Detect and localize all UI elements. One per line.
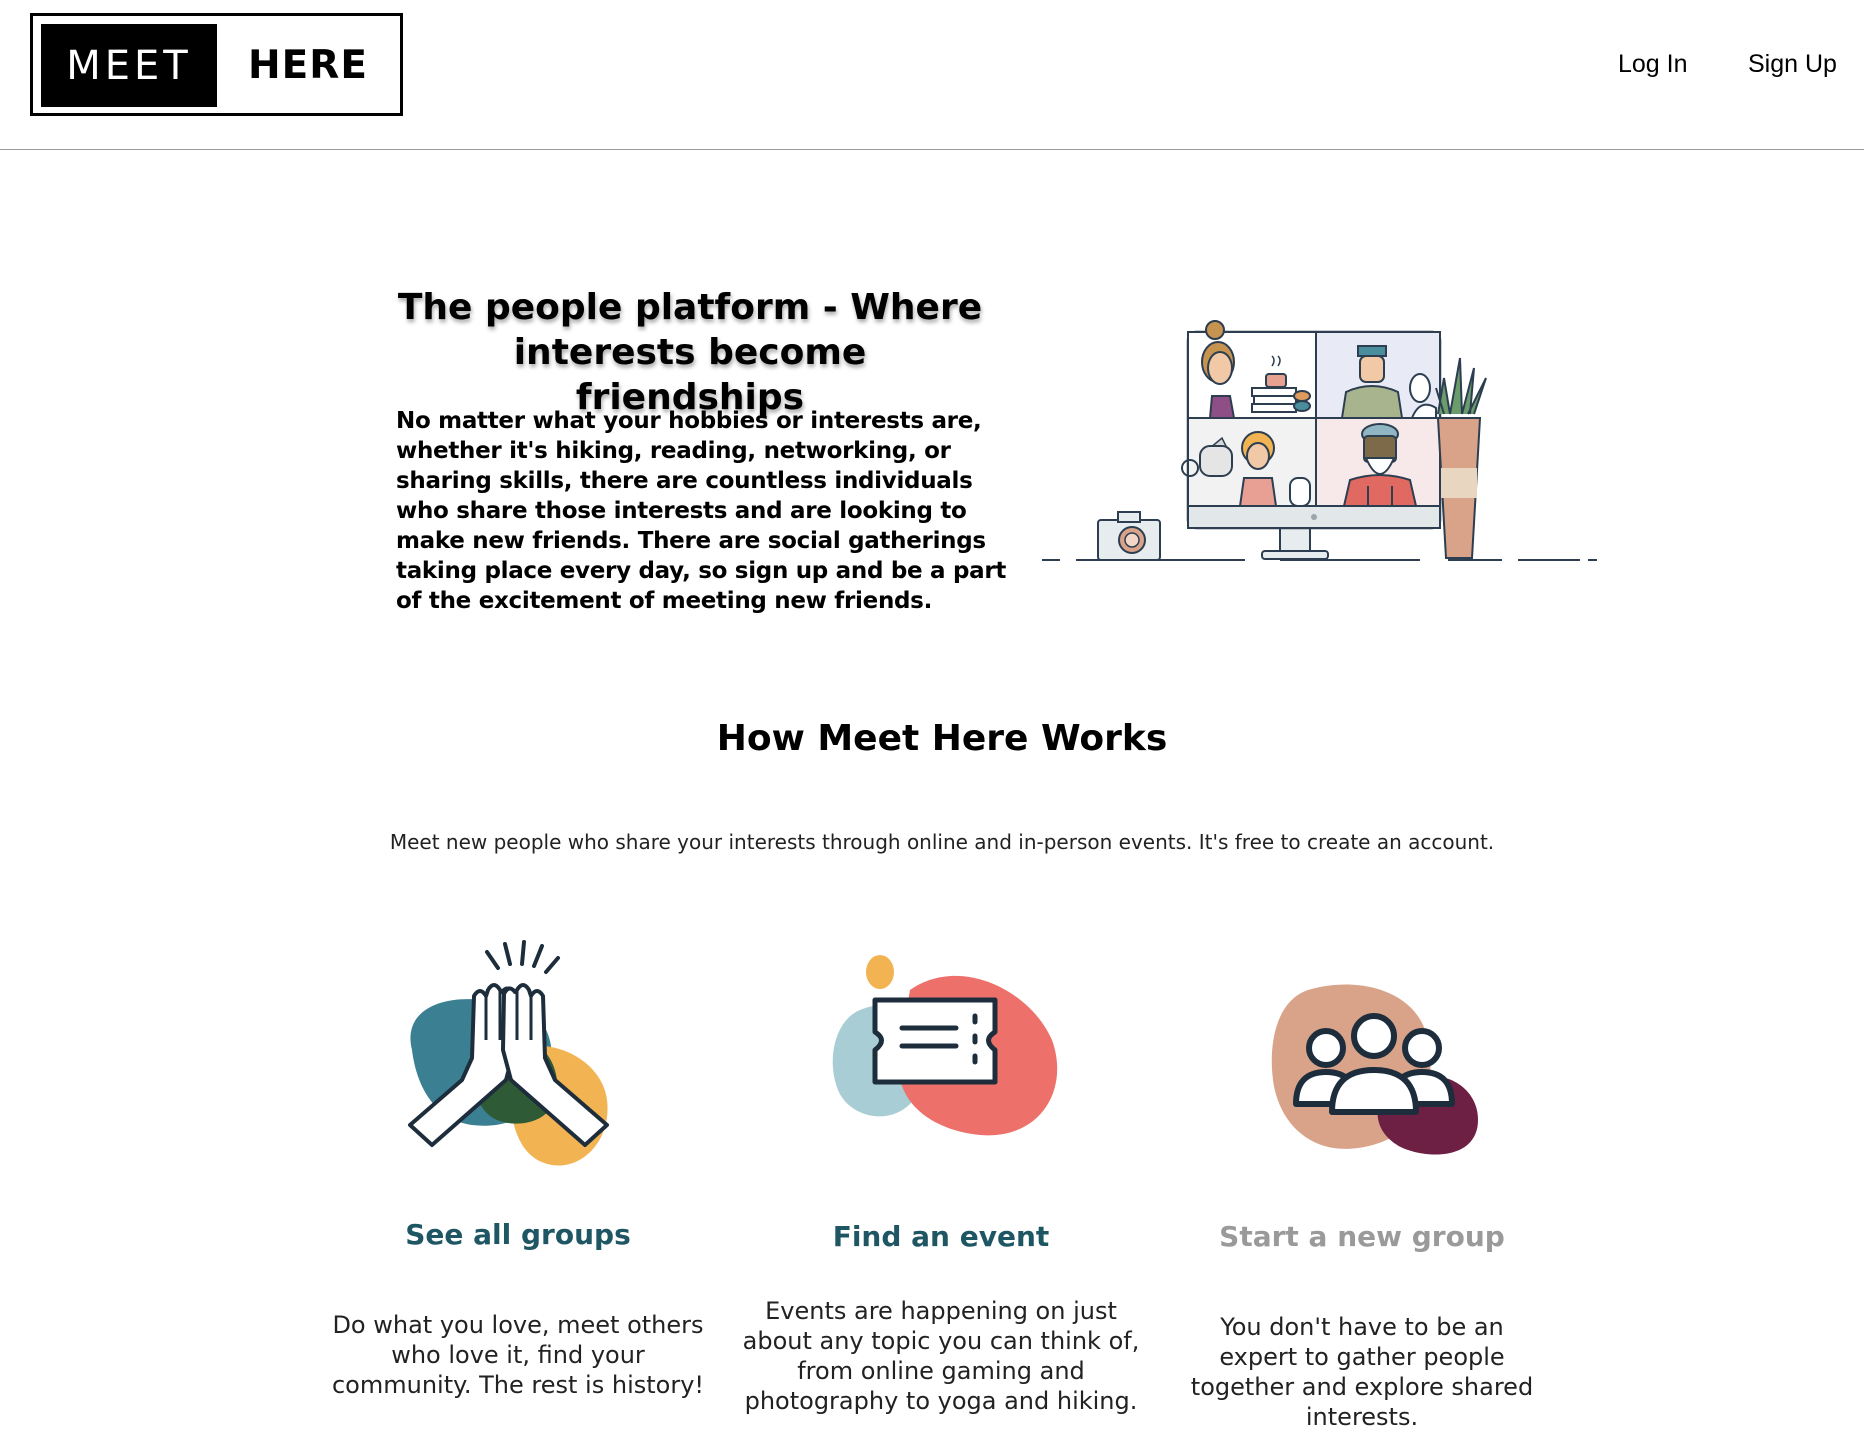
high-five-icon [408, 940, 609, 1166]
group-people-icon [1271, 984, 1478, 1155]
logo-link[interactable]: MEET HERE [30, 13, 403, 116]
hero-title: The people platform - Where interests be… [397, 287, 983, 418]
see-all-groups-description: Do what you love, meet others who love i… [331, 1311, 705, 1399]
logo-text-here: HERE [248, 43, 368, 88]
find-an-event-description: Events are happening on just about any t… [742, 1297, 1140, 1415]
page: MEET HERE Log In Sign Up The people plat… [0, 0, 1864, 1444]
how-it-works-title: How Meet Here Works [716, 718, 1168, 759]
start-new-group-description: You don't have to be an expert to gather… [1190, 1313, 1534, 1431]
signup-link[interactable]: Sign Up [1748, 50, 1837, 79]
find-an-event-link[interactable]: Find an event [741, 1220, 1141, 1253]
logo-text-meet: MEET [41, 24, 217, 107]
login-link[interactable]: Log In [1618, 50, 1688, 79]
hero-description: No matter what your hobbies or interests… [396, 408, 1007, 614]
video-call-illustration [1042, 320, 1597, 561]
site-header: MEET HERE Log In Sign Up [0, 0, 1864, 150]
how-it-works-subtitle: Meet new people who share your interests… [389, 830, 1495, 854]
see-all-groups-link[interactable]: See all groups [318, 1218, 718, 1251]
ticket-icon [832, 955, 1058, 1136]
start-new-group-link[interactable]: Start a new group [1162, 1220, 1562, 1253]
